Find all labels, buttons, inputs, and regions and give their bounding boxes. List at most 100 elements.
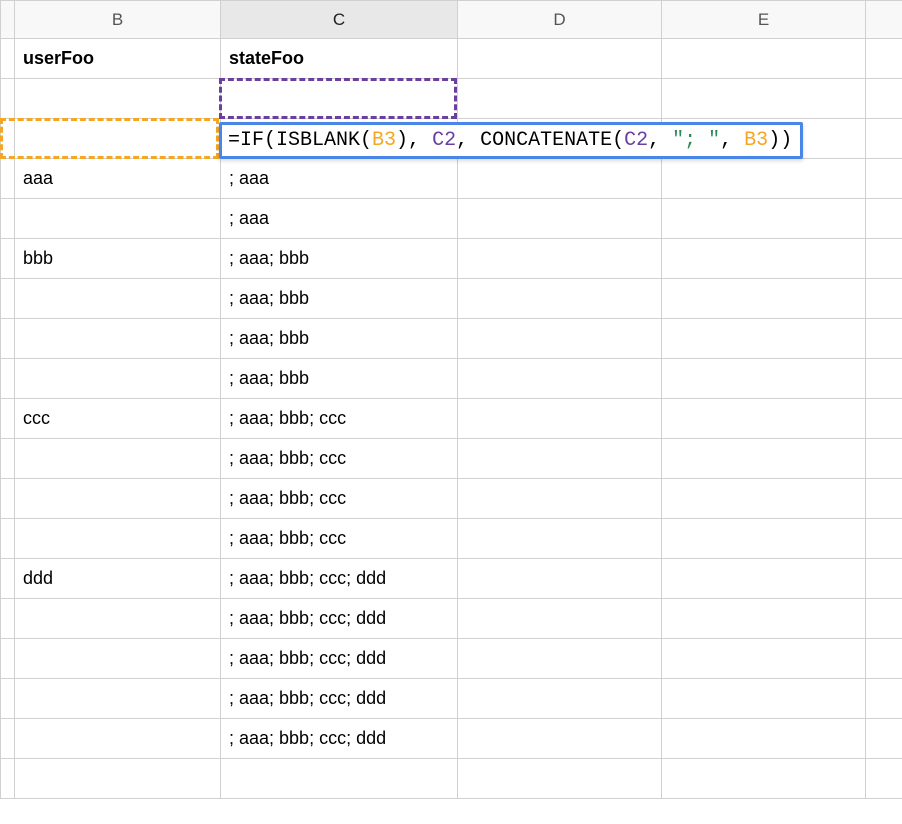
cell-F-3[interactable] [866,119,902,159]
cell-B-1[interactable]: userFoo [15,39,221,79]
cell-D-16[interactable] [458,639,662,679]
cell-C-10[interactable]: ; aaa; bbb; ccc [221,399,458,439]
cell-B-19[interactable] [15,759,221,799]
cell-C-2[interactable] [221,79,458,119]
spreadsheet[interactable]: B C D E userFoostateFooaaa; aaa; aaabbb;… [0,0,902,799]
cell-E-6[interactable] [662,239,866,279]
cell-B-13[interactable] [15,519,221,559]
cell-D-14[interactable] [458,559,662,599]
cell-D-5[interactable] [458,199,662,239]
cell-D-9[interactable] [458,359,662,399]
cell-C-4[interactable]: ; aaa [221,159,458,199]
cell-F-5[interactable] [866,199,902,239]
cell-D-2[interactable] [458,79,662,119]
cell-C-6[interactable]: ; aaa; bbb [221,239,458,279]
cell-E-7[interactable] [662,279,866,319]
cell-D-6[interactable] [458,239,662,279]
cell-D-15[interactable] [458,599,662,639]
cell-B-4[interactable]: aaa [15,159,221,199]
cell-F-9[interactable] [866,359,902,399]
cell-E-18[interactable] [662,719,866,759]
cell-E-12[interactable] [662,479,866,519]
column-header-C[interactable]: C [221,1,458,39]
cell-B-5[interactable] [15,199,221,239]
cell-stub-9[interactable] [1,359,15,399]
cell-stub-18[interactable] [1,719,15,759]
cell-E-10[interactable] [662,399,866,439]
cell-D-1[interactable] [458,39,662,79]
cell-B-15[interactable] [15,599,221,639]
cell-C-18[interactable]: ; aaa; bbb; ccc; ddd [221,719,458,759]
cell-stub-13[interactable] [1,519,15,559]
cell-C-1[interactable]: stateFoo [221,39,458,79]
cell-stub-12[interactable] [1,479,15,519]
cell-F-17[interactable] [866,679,902,719]
cell-D-13[interactable] [458,519,662,559]
cell-F-12[interactable] [866,479,902,519]
cell-C-14[interactable]: ; aaa; bbb; ccc; ddd [221,559,458,599]
cell-stub-4[interactable] [1,159,15,199]
cell-E-1[interactable] [662,39,866,79]
cell-E-8[interactable] [662,319,866,359]
cell-E-2[interactable] [662,79,866,119]
cell-D-10[interactable] [458,399,662,439]
cell-E-16[interactable] [662,639,866,679]
cell-B-7[interactable] [15,279,221,319]
cell-D-8[interactable] [458,319,662,359]
cell-D-4[interactable] [458,159,662,199]
cell-stub-8[interactable] [1,319,15,359]
cell-C-19[interactable] [221,759,458,799]
cell-stub-15[interactable] [1,599,15,639]
cell-E-19[interactable] [662,759,866,799]
cell-E-9[interactable] [662,359,866,399]
cell-B-6[interactable]: bbb [15,239,221,279]
cell-E-13[interactable] [662,519,866,559]
cell-D-12[interactable] [458,479,662,519]
cell-D-17[interactable] [458,679,662,719]
cell-B-10[interactable]: ccc [15,399,221,439]
cell-F-16[interactable] [866,639,902,679]
cell-F-15[interactable] [866,599,902,639]
cell-D-11[interactable] [458,439,662,479]
cell-E-14[interactable] [662,559,866,599]
cell-C-13[interactable]: ; aaa; bbb; ccc [221,519,458,559]
cell-F-6[interactable] [866,239,902,279]
cell-stub-17[interactable] [1,679,15,719]
cell-B-17[interactable] [15,679,221,719]
cell-E-11[interactable] [662,439,866,479]
cell-stub-7[interactable] [1,279,15,319]
cell-C-15[interactable]: ; aaa; bbb; ccc; ddd [221,599,458,639]
cell-F-13[interactable] [866,519,902,559]
cell-E-5[interactable] [662,199,866,239]
column-header-D[interactable]: D [458,1,662,39]
cell-F-8[interactable] [866,319,902,359]
cell-C-5[interactable]: ; aaa [221,199,458,239]
cell-stub-5[interactable] [1,199,15,239]
cell-F-18[interactable] [866,719,902,759]
cell-B-14[interactable]: ddd [15,559,221,599]
cell-F-11[interactable] [866,439,902,479]
cell-F-7[interactable] [866,279,902,319]
cell-B-16[interactable] [15,639,221,679]
cell-stub-11[interactable] [1,439,15,479]
cell-F-2[interactable] [866,79,902,119]
formula-editor[interactable]: =IF(ISBLANK(B3), C2, CONCATENATE(C2, "; … [219,122,803,159]
cell-B-12[interactable] [15,479,221,519]
grid[interactable]: B C D E userFoostateFooaaa; aaa; aaabbb;… [0,0,902,799]
cell-D-7[interactable] [458,279,662,319]
cell-B-8[interactable] [15,319,221,359]
cell-E-17[interactable] [662,679,866,719]
cell-B-3[interactable] [15,119,221,159]
cell-stub-10[interactable] [1,399,15,439]
cell-D-19[interactable] [458,759,662,799]
cell-C-8[interactable]: ; aaa; bbb [221,319,458,359]
cell-stub-6[interactable] [1,239,15,279]
cell-C-7[interactable]: ; aaa; bbb [221,279,458,319]
cell-B-11[interactable] [15,439,221,479]
cell-C-16[interactable]: ; aaa; bbb; ccc; ddd [221,639,458,679]
cell-E-15[interactable] [662,599,866,639]
cell-stub-1[interactable] [1,39,15,79]
cell-C-17[interactable]: ; aaa; bbb; ccc; ddd [221,679,458,719]
cell-B-18[interactable] [15,719,221,759]
column-header-partial[interactable] [866,1,902,39]
